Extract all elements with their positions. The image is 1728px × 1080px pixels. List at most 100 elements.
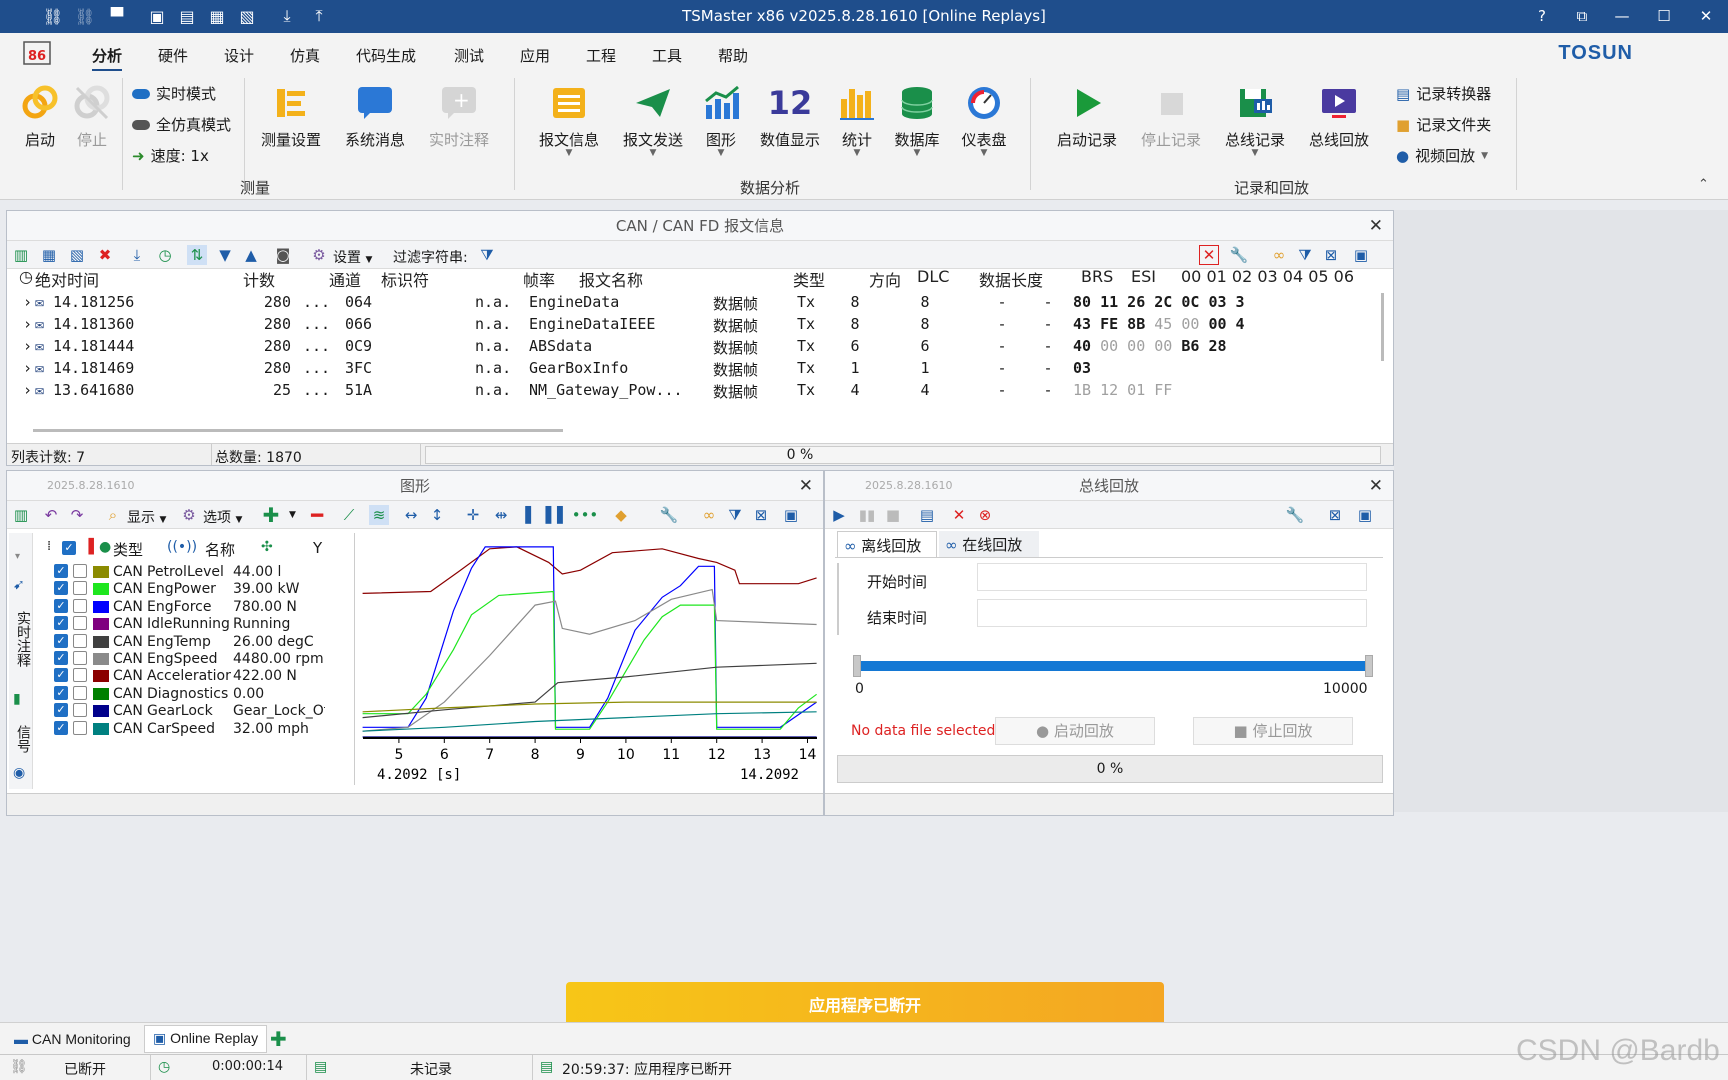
col-header-type[interactable]: 类型	[113, 539, 143, 560]
marker-icon[interactable]: ▌	[521, 505, 541, 525]
menu-help[interactable]: 帮助	[718, 45, 748, 66]
layout-icon[interactable]: ▣	[781, 505, 801, 525]
signal-row[interactable]: ✓ CAN 2IdleRunningRunning	[37, 615, 327, 634]
visible-checkbox[interactable]: ✓	[54, 581, 68, 596]
layout-icon[interactable]: ▣	[1355, 505, 1375, 525]
menu-project[interactable]: 工程	[586, 45, 616, 66]
camera-icon[interactable]: ◙	[273, 245, 293, 265]
color-swatch[interactable]	[93, 635, 109, 648]
bus-replay-button[interactable]: 总线回放	[1304, 83, 1374, 150]
select-checkbox[interactable]	[73, 581, 87, 596]
menu-simulation[interactable]: 仿真	[290, 45, 320, 66]
pause-icon[interactable]: ▥	[11, 245, 31, 265]
collapse-up-icon[interactable]: ▲	[241, 245, 261, 265]
cursor-icon[interactable]: ✛	[463, 505, 483, 525]
select-checkbox[interactable]	[73, 564, 87, 578]
visible-checkbox[interactable]: ✓	[54, 651, 68, 665]
horizontal-scrollbar[interactable]	[33, 429, 563, 432]
search-icon[interactable]: ⌕	[103, 505, 123, 525]
speed-selector[interactable]: ➜ 速度: 1x	[132, 145, 209, 166]
side-tab-realtime-note[interactable]: 实时注释	[13, 611, 33, 667]
col-header-name[interactable]: 名称	[205, 539, 235, 560]
select-checkbox[interactable]	[73, 633, 87, 648]
select-checkbox[interactable]	[73, 616, 87, 631]
col-header-id[interactable]: 标识符	[381, 267, 429, 291]
wrench-icon[interactable]: 🔧	[1285, 505, 1305, 525]
visible-checkbox[interactable]: ✓	[54, 720, 68, 735]
expand-chevron-icon[interactable]: ›	[23, 315, 32, 333]
color-swatch[interactable]	[93, 722, 109, 735]
fullsim-mode-toggle[interactable]: 全仿真模式	[132, 114, 231, 135]
tab-online-replay[interactable]: ∞ 在线回放	[939, 531, 1039, 557]
signal-plot[interactable]: 5 6 7 8 9 10 11 12 13 14 4.2092 [s] 14.2092	[361, 533, 823, 793]
restore-layout-button[interactable]: ⧉	[1564, 4, 1600, 28]
add-icon[interactable]: ✚	[261, 503, 281, 527]
bus-record-button[interactable]: 总线记录 ▼	[1220, 83, 1290, 158]
visible-checkbox[interactable]: ✓	[54, 668, 68, 683]
range-slider-max-handle[interactable]	[1365, 655, 1373, 677]
remove-icon[interactable]: ━	[307, 503, 327, 527]
color-swatch[interactable]	[93, 566, 109, 578]
select-checkbox[interactable]	[73, 668, 87, 683]
col-header-count[interactable]: 计数	[243, 267, 275, 291]
export-icon[interactable]: ⤓	[127, 245, 147, 265]
start-recording-button[interactable]: 启动记录	[1052, 83, 1122, 150]
col-header-length[interactable]: 数据长度	[979, 267, 1043, 291]
save-as-icon[interactable]: ▧	[67, 245, 87, 265]
clock-icon[interactable]: ◷	[155, 245, 175, 265]
signal-row[interactable]: ✓ CAN 2EngTemp 26.00 degC	[37, 633, 327, 652]
menu-tools[interactable]: 工具	[652, 45, 682, 66]
play-icon[interactable]: ▶	[829, 505, 849, 525]
signal-row[interactable]: ✓ CAN 2AccelerationF422.00 N	[37, 667, 327, 686]
color-swatch[interactable]	[93, 583, 109, 596]
select-checkbox[interactable]	[73, 598, 87, 613]
col-header-brs[interactable]: BRS	[1081, 267, 1113, 286]
col-header-abs-time[interactable]: 绝对时间	[35, 267, 99, 291]
split-icon[interactable]: ⇹	[491, 505, 511, 525]
eraser-icon[interactable]: ◆	[611, 505, 631, 525]
close-icon[interactable]: ✕	[799, 471, 813, 501]
save-icon[interactable]: ▦	[39, 245, 59, 265]
clear-filter-icon[interactable]: ⊠	[751, 505, 771, 525]
filter-icon[interactable]: ⧩	[725, 505, 745, 525]
table-row[interactable]: › ✉ 14.181469 280... 3FC n.a. GearBoxInfo 数据帧 Tx…	[7, 357, 1247, 379]
signal-row[interactable]: ✓ CAN 2CarSpeed 32.00 mph	[37, 720, 327, 739]
value-display-button[interactable]: 12 数值显示	[754, 83, 826, 150]
select-all-checkbox[interactable]: ✓	[62, 541, 76, 555]
dashboard-button[interactable]: 仪表盘 ▼	[956, 83, 1012, 158]
waveform-icon[interactable]: ≋	[369, 505, 389, 525]
graphics-button[interactable]: 图形 ▼	[700, 83, 742, 158]
measure-settings-button[interactable]: 测量设置	[256, 83, 326, 150]
select-checkbox[interactable]	[73, 720, 87, 735]
signal-row[interactable]: ✓ CAN 2EngForce 780.00 N	[37, 598, 327, 617]
stop-recording-button[interactable]: 停止记录	[1136, 83, 1206, 150]
range-slider-min-handle[interactable]	[853, 655, 861, 677]
expand-chevron-icon[interactable]: ›	[23, 337, 32, 355]
menu-analysis[interactable]: 分析	[92, 45, 123, 71]
dropdown-arrow-icon[interactable]: ▼	[289, 510, 296, 520]
table-row[interactable]: › ✉ 13.641680 25... 51A n.a. NM_Gateway_Pow...…	[7, 379, 1247, 401]
table-row[interactable]: › ✉ 14.181444 280... 0C9 n.a. ABSdata 数据帧 Tx 6 6 - -…	[7, 335, 1247, 357]
add-file-icon[interactable]: ▤	[917, 505, 937, 525]
visible-checkbox[interactable]: ✓	[54, 598, 68, 613]
color-swatch[interactable]	[93, 600, 109, 613]
visible-checkbox[interactable]: ✓	[54, 564, 68, 578]
system-messages-button[interactable]: 系统消息	[340, 83, 410, 150]
stop-icon[interactable]: ■	[883, 505, 903, 525]
wrench-icon[interactable]: 🔧	[659, 505, 679, 525]
col-header-channel[interactable]: 通道	[329, 267, 361, 291]
menu-test[interactable]: 测试	[454, 45, 484, 66]
expand-chevron-icon[interactable]: ›	[23, 359, 32, 377]
layout-icon[interactable]: ▣	[1351, 245, 1371, 265]
tab-can-monitoring[interactable]: ▬ CAN Monitoring	[8, 1027, 137, 1053]
statistics-button[interactable]: 统计 ▼	[836, 83, 878, 158]
message-info-button[interactable]: 报文信息 ▼	[534, 83, 604, 158]
message-send-button[interactable]: 报文发送 ▼	[618, 83, 688, 158]
add-tab-icon[interactable]: ✚	[270, 1027, 287, 1051]
pin-icon[interactable]: ▾	[15, 551, 20, 562]
settings-dropdown[interactable]: 设置 ▼	[333, 247, 372, 267]
delete-icon[interactable]: ✕	[949, 505, 969, 525]
menu-codegen[interactable]: 代码生成	[356, 45, 416, 66]
end-time-input[interactable]	[977, 599, 1367, 627]
expand-down-icon[interactable]: ▼	[215, 245, 235, 265]
